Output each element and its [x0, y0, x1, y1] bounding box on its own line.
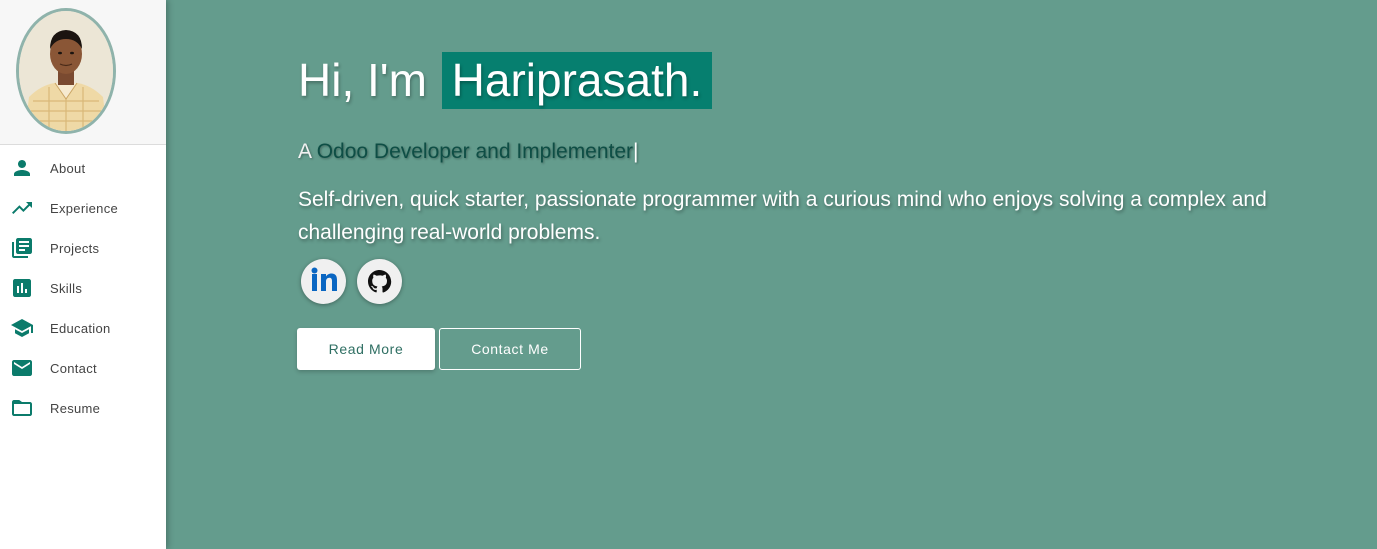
- role-text: Odoo Developer and Implementer: [316, 140, 634, 163]
- linkedin-link[interactable]: [301, 259, 346, 304]
- sidebar-item-label: About: [50, 161, 86, 176]
- role-line: A Odoo Developer and Implementer|: [298, 140, 639, 164]
- bar-chart-icon: [10, 276, 34, 300]
- read-more-button[interactable]: Read More: [297, 328, 435, 370]
- sidebar: About Experience Projects Skills Educati…: [0, 0, 166, 549]
- sidebar-item-label: Contact: [50, 361, 97, 376]
- library-books-icon: [10, 236, 34, 260]
- sidebar-item-label: Education: [50, 321, 111, 336]
- role-prefix: A: [298, 140, 311, 163]
- name-highlight: Hariprasath.: [441, 52, 713, 109]
- sidebar-item-label: Skills: [50, 281, 83, 296]
- avatar-container: [0, 0, 166, 145]
- hero-title: Hi, I'm Hariprasath.: [298, 52, 713, 109]
- sidebar-item-label: Projects: [50, 241, 100, 256]
- portfolio-page: About Experience Projects Skills Educati…: [0, 0, 1377, 549]
- mail-icon: [10, 356, 34, 380]
- bio-text: Self-driven, quick starter, passionate p…: [298, 188, 1267, 244]
- greeting-text: Hi, I'm: [298, 54, 427, 106]
- sidebar-item-label: Experience: [50, 201, 119, 216]
- sidebar-item-resume[interactable]: Resume: [0, 387, 166, 427]
- sidebar-item-projects[interactable]: Projects: [0, 227, 166, 267]
- sidebar-item-education[interactable]: Education: [0, 307, 166, 347]
- sidebar-item-experience[interactable]: Experience: [0, 187, 166, 227]
- contact-me-button[interactable]: Contact Me: [439, 328, 581, 370]
- github-link[interactable]: [357, 259, 402, 304]
- person-icon: [10, 156, 34, 180]
- github-icon: [368, 270, 392, 293]
- school-icon: [10, 316, 34, 340]
- folder-icon: [10, 396, 34, 420]
- sidebar-item-label: Resume: [50, 401, 101, 416]
- trending-up-icon: [10, 196, 34, 220]
- linkedin-icon: [311, 267, 337, 291]
- sidebar-item-contact[interactable]: Contact: [0, 347, 166, 387]
- typing-cursor: |: [633, 140, 639, 163]
- sidebar-item-skills[interactable]: Skills: [0, 267, 166, 307]
- avatar: [16, 8, 116, 134]
- sidebar-item-about[interactable]: About: [0, 147, 166, 187]
